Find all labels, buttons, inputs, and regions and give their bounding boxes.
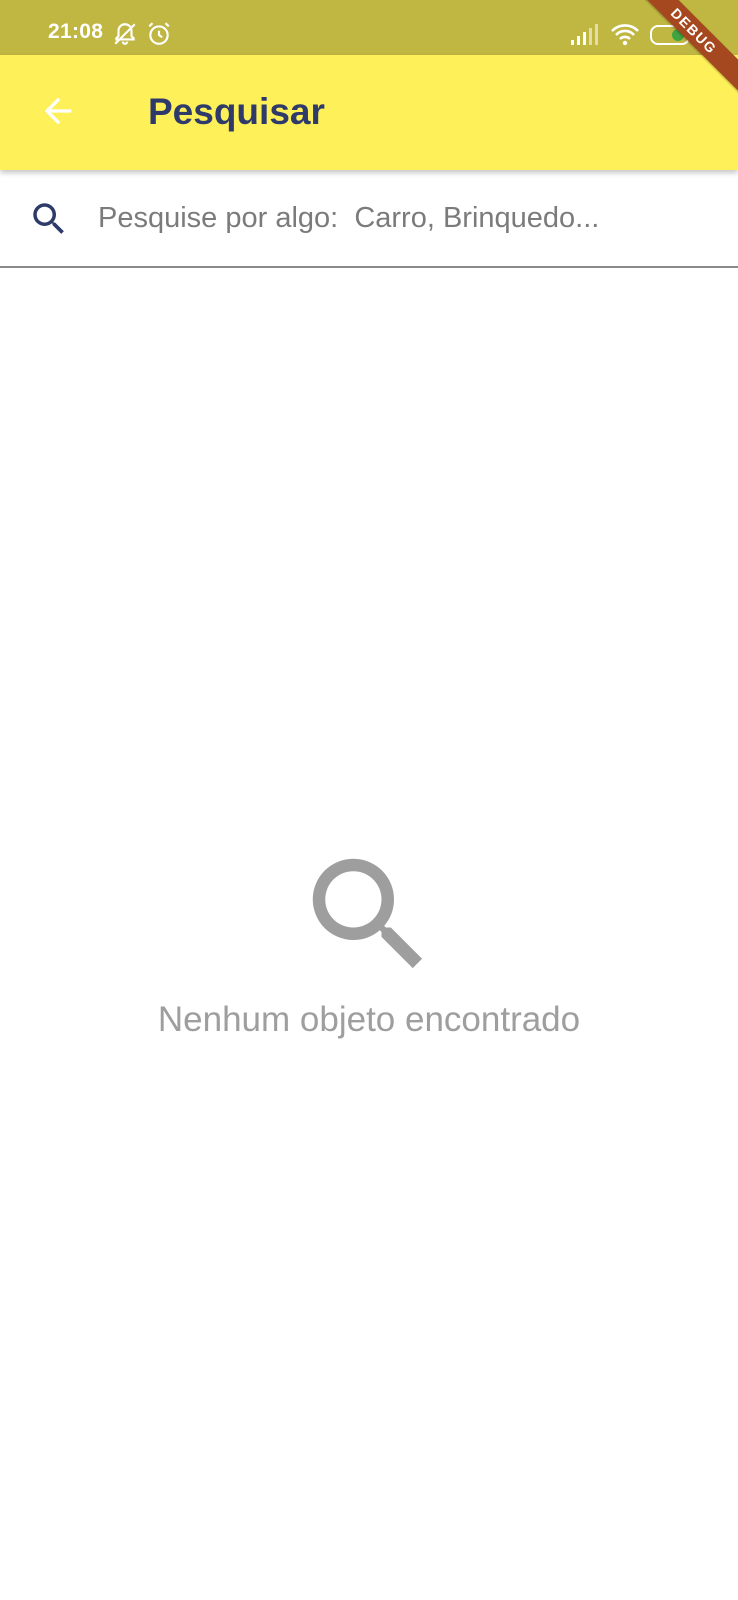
status-time: 21:08 bbox=[48, 20, 104, 43]
search-icon bbox=[28, 198, 70, 240]
search-bar bbox=[0, 170, 738, 268]
signal-icon bbox=[570, 24, 598, 51]
wifi-icon bbox=[610, 22, 640, 51]
search-icon bbox=[294, 840, 444, 990]
status-bar: 21:08 bbox=[0, 0, 738, 55]
arrow-back-icon bbox=[44, 97, 72, 125]
page-title: Pesquisar bbox=[148, 91, 325, 132]
alarm-icon bbox=[146, 21, 172, 52]
back-button[interactable] bbox=[30, 83, 86, 139]
empty-state: Nenhum objeto encontrado bbox=[0, 840, 738, 1040]
app-bar: Pesquisar bbox=[0, 55, 738, 170]
search-input[interactable] bbox=[98, 194, 708, 242]
notifications-off-icon bbox=[112, 21, 138, 52]
empty-state-message: Nenhum objeto encontrado bbox=[157, 1000, 581, 1039]
